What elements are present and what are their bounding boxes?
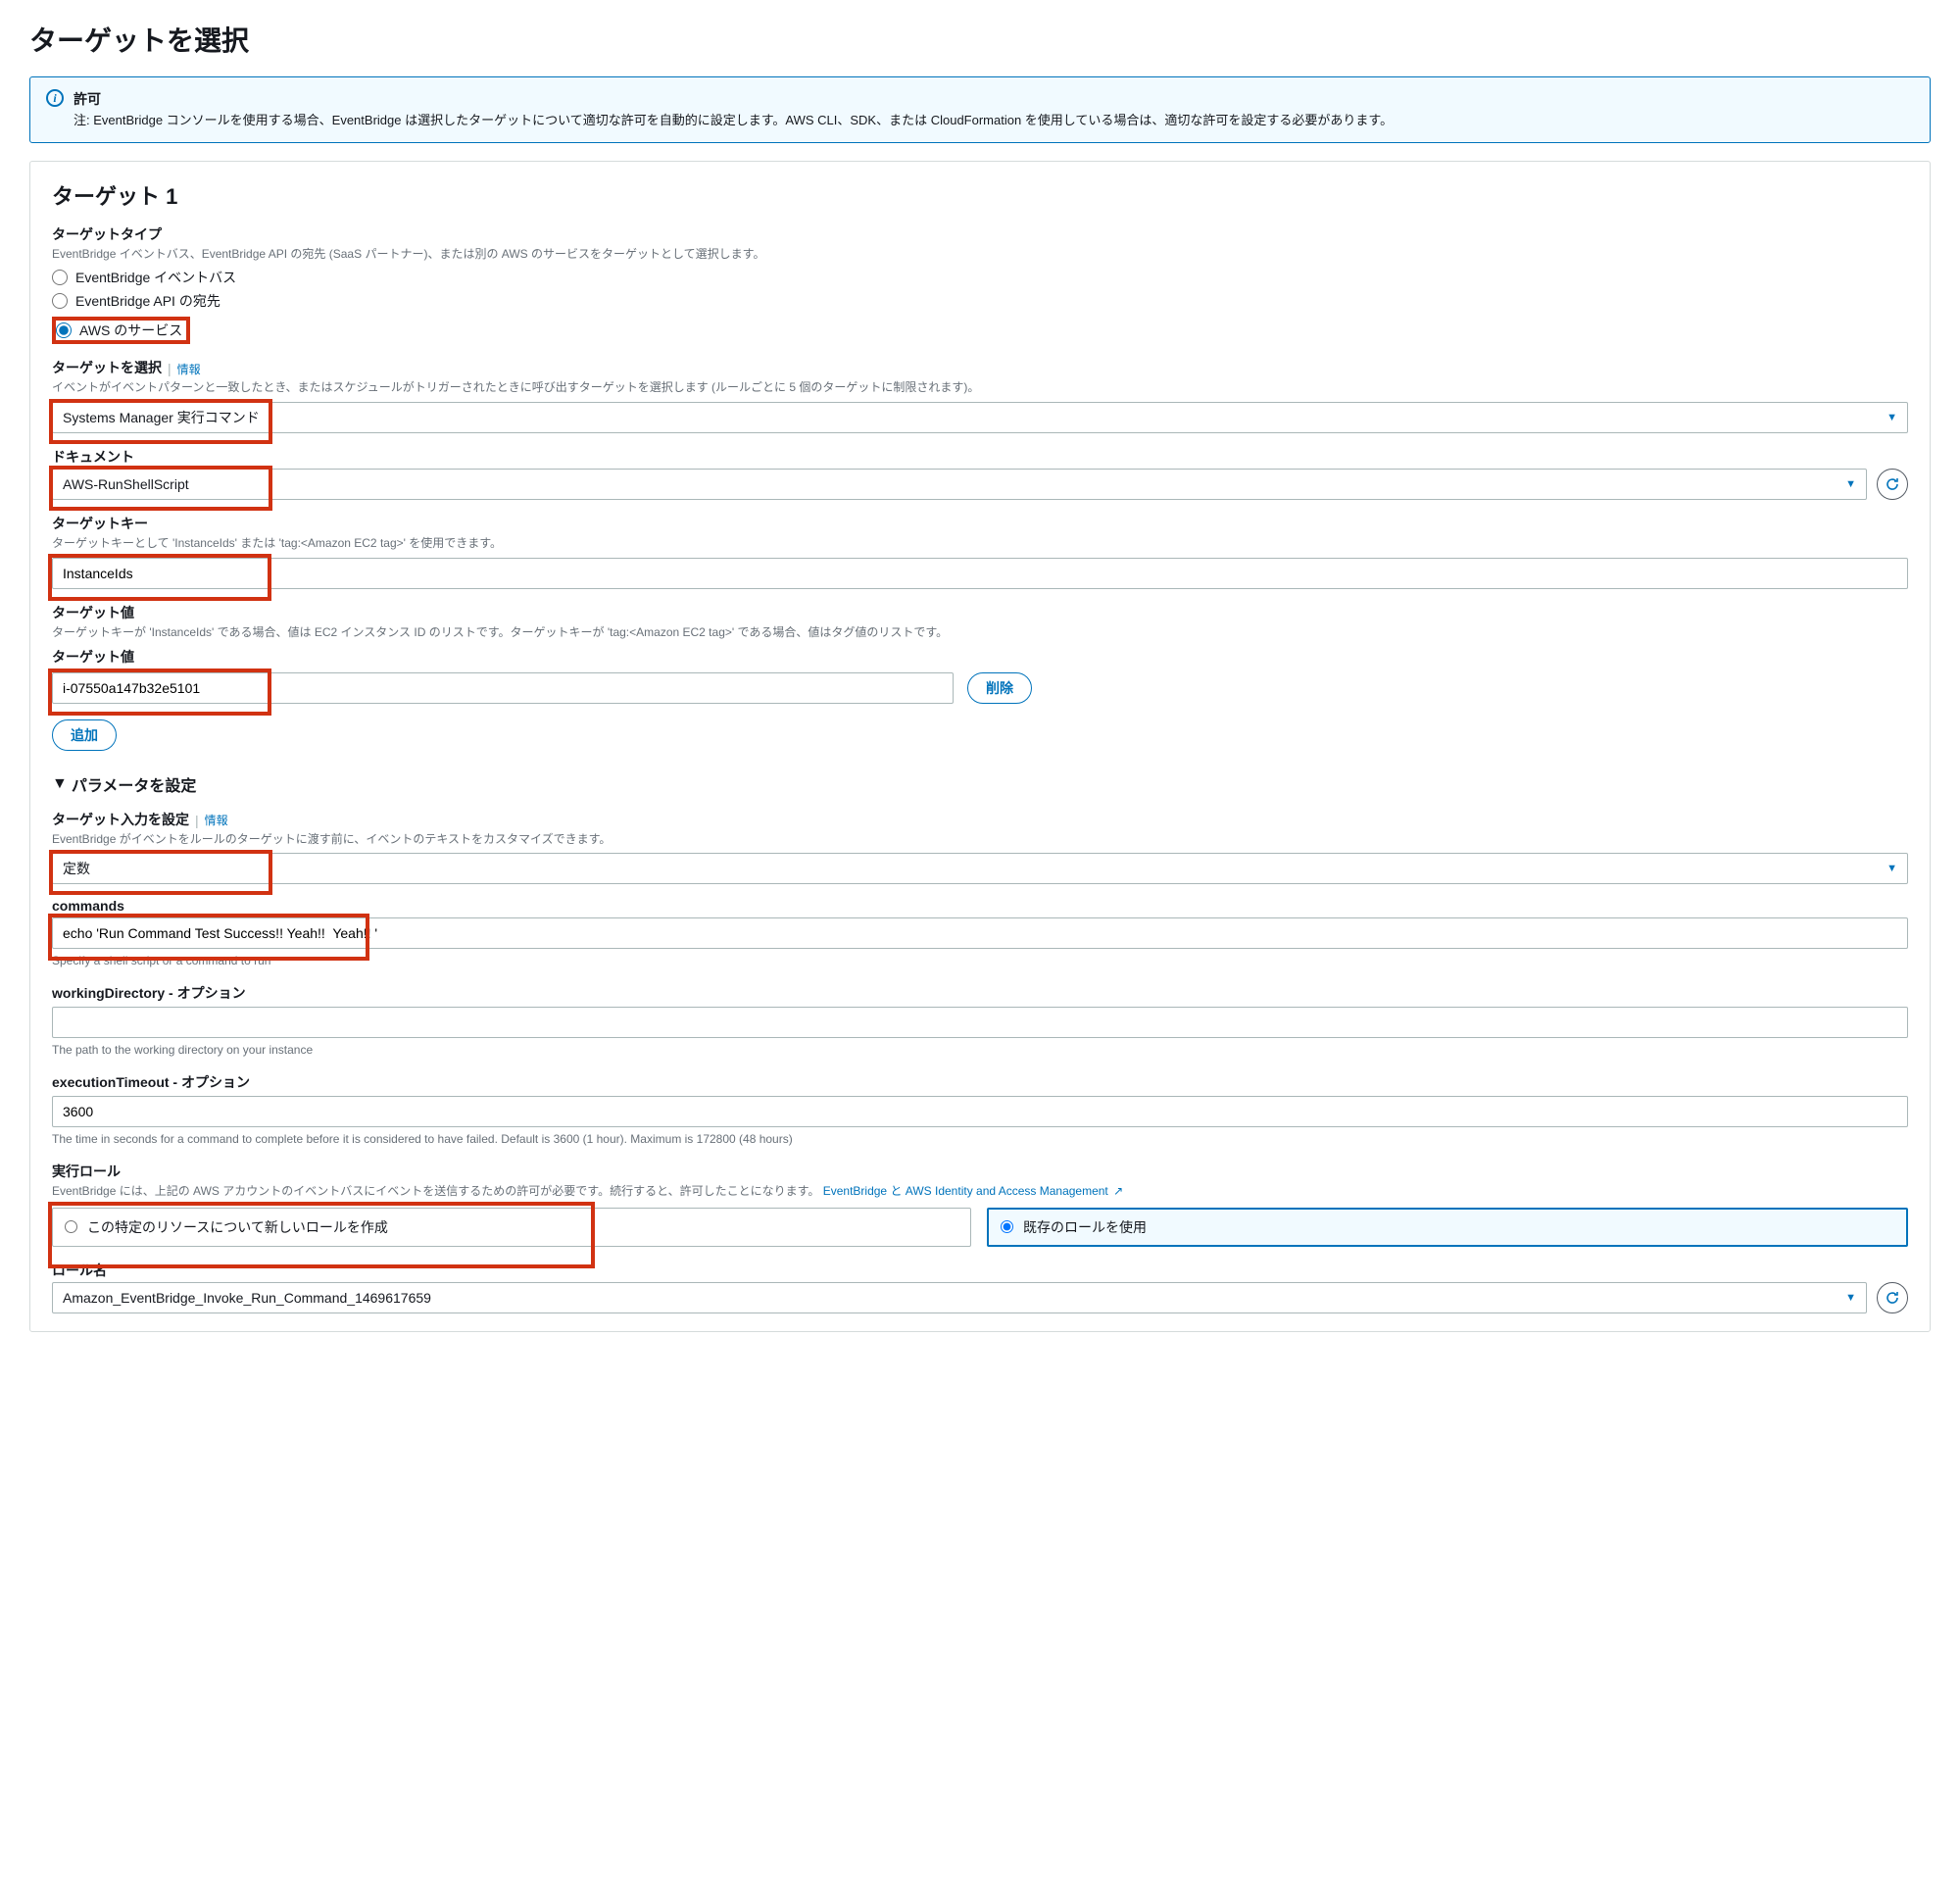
timeout-input[interactable] (52, 1096, 1908, 1127)
add-button[interactable]: 追加 (52, 719, 117, 751)
target-type-helper: EventBridge イベントバス、EventBridge API の宛先 (… (52, 246, 1908, 263)
role-option-new[interactable]: この特定のリソースについて新しいロールを作成 (52, 1208, 971, 1247)
document-value: AWS-RunShellScript (63, 476, 189, 492)
target-value-label: ターゲット値 (52, 603, 1908, 622)
info-link[interactable]: 情報 (205, 812, 228, 828)
select-target-label: ターゲットを選択 (52, 358, 162, 377)
role-option-new-label: この特定のリソースについて新しいロールを作成 (87, 1217, 388, 1237)
params-header[interactable]: ▼ パラメータを設定 (52, 772, 1908, 796)
delete-button[interactable]: 削除 (967, 672, 1032, 704)
radio-aws-service-label: AWS のサービス (79, 321, 182, 340)
radio-eventbus-label: EventBridge イベントバス (75, 268, 236, 287)
target-input-label: ターゲット入力を設定 (52, 810, 189, 829)
permission-text: 注: EventBridge コンソールを使用する場合、EventBridge … (74, 111, 1914, 130)
workdir-label: workingDirectory - オプション (52, 983, 1908, 1003)
select-target-value: Systems Manager 実行コマンド (63, 408, 260, 427)
target-type-label: ターゲットタイプ (52, 224, 1908, 244)
role-option-existing[interactable]: 既存のロールを使用 (987, 1208, 1908, 1247)
refresh-role-button[interactable] (1877, 1282, 1908, 1313)
select-target-helper: イベントがイベントパターンと一致したとき、またはスケジュールがトリガーされたとき… (52, 379, 1908, 396)
target-value-sub-label: ターゲット値 (52, 647, 1908, 667)
role-option-existing-label: 既存のロールを使用 (1023, 1217, 1147, 1237)
info-link[interactable]: 情報 (177, 361, 201, 377)
commands-label: commands (52, 898, 1908, 914)
commands-input[interactable] (52, 917, 1908, 949)
role-label: 実行ロール (52, 1162, 1908, 1181)
chevron-down-icon: ▼ (1845, 478, 1856, 490)
iam-link[interactable]: EventBridge と AWS Identity and Access Ma… (823, 1184, 1123, 1198)
target-panel: ターゲット 1 ターゲットタイプ EventBridge イベントバス、Even… (29, 161, 1931, 1332)
commands-helper: Specify a shell script or a command to r… (52, 953, 1908, 969)
radio-aws-service[interactable] (56, 322, 72, 338)
target-input-helper: EventBridge がイベントをルールのターゲットに渡す前に、イベントのテキ… (52, 831, 1908, 848)
document-dropdown[interactable]: AWS-RunShellScript ▼ (52, 469, 1867, 500)
permission-title: 許可 (74, 89, 1914, 109)
radio-role-existing[interactable] (1001, 1220, 1013, 1233)
timeout-label: executionTimeout - オプション (52, 1072, 1908, 1092)
radio-role-new[interactable] (65, 1220, 77, 1233)
page-title: ターゲットを選択 (29, 20, 1931, 59)
workdir-input[interactable] (52, 1007, 1908, 1038)
chevron-down-icon: ▼ (1845, 1292, 1856, 1304)
chevron-down-icon: ▼ (52, 775, 68, 793)
target-key-input[interactable] (52, 558, 1908, 589)
target-input-dropdown[interactable]: 定数 ▼ (52, 853, 1908, 884)
target-input-value: 定数 (63, 859, 90, 878)
role-name-dropdown[interactable]: Amazon_EventBridge_Invoke_Run_Command_14… (52, 1282, 1867, 1313)
role-helper: EventBridge には、上記の AWS アカウントのイベントバスにイベント… (52, 1183, 1908, 1200)
info-icon: i (46, 89, 64, 130)
role-name-label: ロール名 (52, 1261, 1908, 1280)
target-1-title: ターゲット 1 (52, 179, 1908, 211)
target-value-input[interactable] (52, 672, 954, 704)
target-key-label: ターゲットキー (52, 514, 1908, 533)
refresh-document-button[interactable] (1877, 469, 1908, 500)
radio-api[interactable] (52, 293, 68, 309)
radio-eventbus[interactable] (52, 270, 68, 285)
target-key-helper: ターゲットキーとして 'InstanceIds' または 'tag:<Amazo… (52, 535, 1908, 552)
workdir-helper: The path to the working directory on you… (52, 1042, 1908, 1059)
target-value-helper: ターゲットキーが 'InstanceIds' である場合、値は EC2 インスタ… (52, 624, 1908, 641)
timeout-helper: The time in seconds for a command to com… (52, 1131, 1908, 1148)
document-label: ドキュメント (52, 447, 1908, 467)
chevron-down-icon: ▼ (1886, 412, 1897, 423)
select-target-dropdown[interactable]: Systems Manager 実行コマンド ▼ (52, 402, 1908, 433)
permission-info-box: i 許可 注: EventBridge コンソールを使用する場合、EventBr… (29, 76, 1931, 143)
chevron-down-icon: ▼ (1886, 863, 1897, 874)
radio-api-label: EventBridge API の宛先 (75, 291, 220, 311)
external-link-icon: ↗ (1113, 1183, 1123, 1200)
role-name-value: Amazon_EventBridge_Invoke_Run_Command_14… (63, 1290, 431, 1306)
